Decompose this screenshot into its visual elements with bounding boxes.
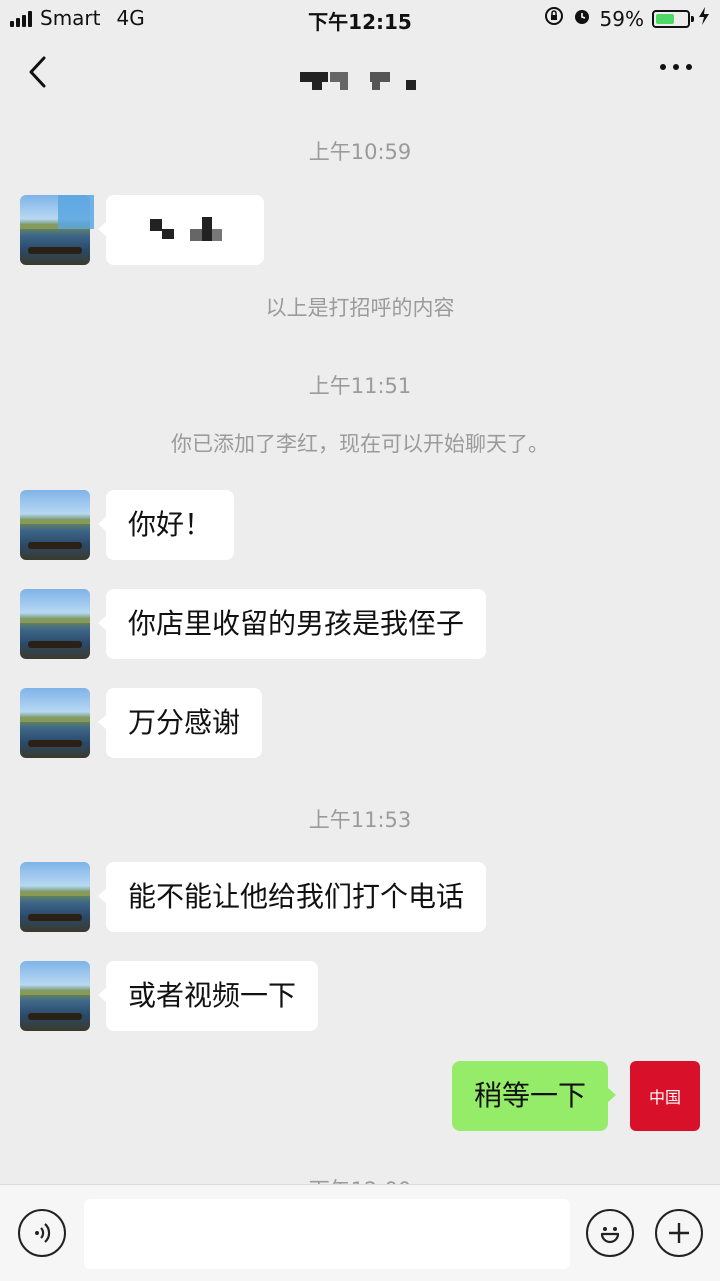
status-bar: Smart 4G 下午12:15 59%: [0, 0, 720, 36]
timestamp: 上午11:53: [308, 808, 412, 832]
message-bubble[interactable]: 你店里收留的男孩是我侄子: [97, 589, 487, 659]
charging-icon: [698, 6, 710, 31]
emoji-button[interactable]: [586, 1209, 634, 1257]
contact-avatar[interactable]: [20, 862, 90, 932]
more-options-button[interactable]: [660, 64, 692, 70]
system-message: 你已添加了李红，现在可以开始聊天了。: [171, 432, 549, 456]
status-right: 59%: [544, 6, 710, 31]
timestamp: 上午11:51: [308, 374, 412, 398]
chevron-left-icon: [29, 56, 46, 88]
voice-button[interactable]: [18, 1209, 66, 1257]
more-dots-icon: [660, 64, 666, 70]
my-avatar-label: 中国: [648, 1088, 681, 1107]
message-input[interactable]: [84, 1199, 570, 1269]
contact-avatar[interactable]: [20, 961, 90, 1031]
more-functions-button[interactable]: [655, 1209, 703, 1257]
battery-fill: [656, 13, 674, 24]
battery-percent: 59%: [599, 6, 644, 31]
chat-title-redacted: [300, 66, 420, 94]
alarm-icon: [572, 6, 592, 31]
message-bubble[interactable]: 或者视频一下: [97, 961, 319, 1031]
system-message: 以上是打招呼的内容: [265, 296, 455, 320]
input-bar: [0, 1184, 720, 1281]
message-bubble[interactable]: 能不能让他给我们打个电话: [97, 862, 487, 932]
timestamp: 上午10:59: [308, 140, 412, 164]
my-avatar[interactable]: 中国: [630, 1061, 700, 1131]
message-bubble[interactable]: 万分感谢: [97, 688, 263, 758]
contact-avatar[interactable]: [20, 589, 90, 659]
voice-icon: [35, 1223, 51, 1243]
my-message-bubble[interactable]: 稍等一下: [451, 1061, 617, 1131]
lock-rotation-icon: [544, 6, 564, 31]
plus-icon: [669, 1223, 689, 1243]
avatar-redaction: [58, 195, 94, 229]
contact-avatar[interactable]: [20, 688, 90, 758]
back-button[interactable]: [22, 52, 62, 96]
emoji-icon: [600, 1227, 620, 1244]
battery-icon: [652, 9, 694, 28]
message-bubble[interactable]: 你好！: [97, 490, 235, 560]
contact-avatar[interactable]: [20, 490, 90, 560]
message-bubble-redacted[interactable]: [98, 195, 264, 265]
chat-header: [0, 36, 720, 116]
